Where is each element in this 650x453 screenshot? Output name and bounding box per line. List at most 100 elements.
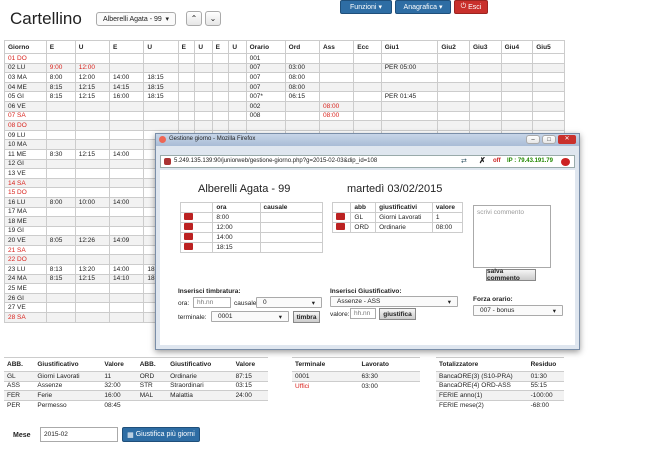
day-row[interactable]: 05 GI 8:15 12:15 16:00 18:15 007* 06:15 PER 01:… xyxy=(4,91,565,102)
day-cell: 06 VE xyxy=(4,100,47,112)
stop-icon[interactable]: ✗ xyxy=(479,156,486,165)
table-cell xyxy=(74,100,111,112)
day-row[interactable]: 04 ME 8:15 12:15 14:15 18:15 007 08:00 xyxy=(4,81,565,93)
column-header: Ord xyxy=(284,40,320,54)
table-cell xyxy=(353,81,382,93)
giustifica-button[interactable]: giustifica xyxy=(379,308,416,320)
day-row[interactable]: 03 MA 8:00 12:00 14:00 18:15 007 08:00 xyxy=(4,72,565,83)
prev-button[interactable]: ⌃ xyxy=(186,11,202,26)
delete-icon[interactable] xyxy=(184,213,193,220)
column-header xyxy=(331,202,352,213)
table-cell xyxy=(177,110,196,122)
table-cell: Malattia xyxy=(167,390,233,401)
table-cell xyxy=(500,110,534,122)
timbra-button[interactable]: timbra xyxy=(293,311,320,323)
table-cell xyxy=(45,206,76,218)
table-cell: 12:15 xyxy=(74,91,111,102)
table-cell xyxy=(109,312,145,323)
day-cell: 07 SA xyxy=(4,110,47,122)
table-row: 0001 63:30 xyxy=(292,371,420,382)
table-cell xyxy=(194,72,213,83)
table-cell: 16:00 xyxy=(109,91,145,102)
next-button[interactable]: ⌄ xyxy=(205,11,221,26)
table-cell: 002 xyxy=(245,100,286,112)
table-cell: 08:00 xyxy=(318,110,355,122)
table-row: FER Ferie 16:00 MAL Malattia 24:00 xyxy=(4,390,268,401)
table-cell: MAL xyxy=(136,390,168,401)
table-cell: 8:00 xyxy=(45,72,76,83)
table-cell xyxy=(353,100,382,112)
caret-down-icon: ▾ xyxy=(165,16,169,23)
column-header: ABB. xyxy=(4,357,35,372)
day-row[interactable]: 08 DO xyxy=(4,120,565,131)
table-cell xyxy=(74,158,111,170)
causale-select[interactable]: 0 ▾ xyxy=(256,297,322,308)
table-cell: Assenze xyxy=(34,380,102,391)
table-cell xyxy=(228,120,247,131)
table-cell xyxy=(177,53,196,64)
column-header: U xyxy=(143,40,179,54)
table-row: PER Permesso 08:45 xyxy=(4,399,268,410)
table-cell: 24:00 xyxy=(232,390,268,401)
delete-icon[interactable] xyxy=(184,243,193,250)
table-cell xyxy=(284,53,320,64)
firefox-icon xyxy=(159,136,166,143)
table-cell xyxy=(74,53,111,64)
terminale-select[interactable]: 0001 ▾ xyxy=(211,311,289,322)
mese-input[interactable]: 2015-02 xyxy=(40,427,118,442)
day-row[interactable]: 02 LU 9:00 12:00 007 03:00 PER 05:00 xyxy=(4,62,565,74)
table-cell xyxy=(45,53,76,64)
url-bar[interactable]: 5.249.135.139:90/juniorweb/gestione-gior… xyxy=(160,155,575,168)
reload-icon[interactable]: ⇄ xyxy=(461,157,467,165)
table-cell: 9:00 xyxy=(45,62,76,74)
table-cell xyxy=(194,100,213,112)
table-cell xyxy=(109,100,145,112)
table-cell: 14:10 xyxy=(109,273,145,285)
valore-input[interactable]: hh.nn xyxy=(350,308,376,319)
table-cell xyxy=(45,216,76,227)
delete-icon[interactable] xyxy=(184,223,193,230)
day-cell: 05 GI xyxy=(4,91,47,102)
table-cell xyxy=(211,62,230,74)
addon-icon[interactable] xyxy=(561,158,570,166)
minimize-button[interactable]: – xyxy=(526,135,540,144)
maximize-button[interactable]: □ xyxy=(542,135,556,144)
table-cell xyxy=(109,244,145,256)
table-cell xyxy=(259,232,324,243)
employee-select[interactable]: Alberelli Agata - 99 ▾ xyxy=(96,12,176,26)
table-cell xyxy=(437,100,470,112)
ora-input[interactable]: hh.nn xyxy=(193,297,231,308)
esci-button[interactable]: ⏻ Esci xyxy=(454,0,488,14)
table-cell xyxy=(109,129,145,141)
day-row[interactable]: 06 VE 002 08:00 xyxy=(4,100,565,112)
giustifica-piu-giorni-button[interactable]: ▦ Giustifica più giorni xyxy=(122,427,200,442)
salva-commento-button[interactable]: salva commento xyxy=(486,268,536,282)
table-cell: 8:13 xyxy=(45,264,76,275)
table-cell: 001 xyxy=(245,53,286,64)
table-cell xyxy=(500,62,534,74)
delete-icon[interactable] xyxy=(336,213,345,220)
table-cell xyxy=(74,283,111,294)
day-row[interactable]: 07 SA 008 08:00 xyxy=(4,110,565,122)
table-cell xyxy=(74,254,111,266)
close-window-button[interactable]: ✕ xyxy=(558,135,576,144)
table-cell: Ordinarie xyxy=(375,222,433,233)
table-cell xyxy=(109,187,145,198)
table-cell xyxy=(232,399,268,410)
table-row: 12:00 xyxy=(179,222,324,233)
table-cell: 12:26 xyxy=(74,235,111,246)
anagrafica-menu[interactable]: Anagrafica ▾ xyxy=(395,0,451,14)
forza-orario-select[interactable]: 007 - bonus ▾ xyxy=(473,305,563,316)
column-header: ABB. xyxy=(136,357,168,372)
delete-icon[interactable] xyxy=(184,233,193,240)
table-cell: 08:45 xyxy=(101,399,137,410)
giustificativi-table: abb giustificativi valore GL Giorni Lavorati… xyxy=(331,202,464,233)
table-cell: -68:00 xyxy=(527,399,564,410)
table-cell xyxy=(74,206,111,218)
table-cell xyxy=(284,100,320,112)
day-row[interactable]: 01 DO 001 xyxy=(4,53,565,64)
funzioni-menu[interactable]: Funzioni ▾ xyxy=(340,0,392,14)
commento-textarea[interactable]: scrivi commento xyxy=(473,205,551,268)
delete-icon[interactable] xyxy=(336,223,345,230)
giustificativo-select[interactable]: Assenze - ASS ▾ xyxy=(330,296,458,307)
